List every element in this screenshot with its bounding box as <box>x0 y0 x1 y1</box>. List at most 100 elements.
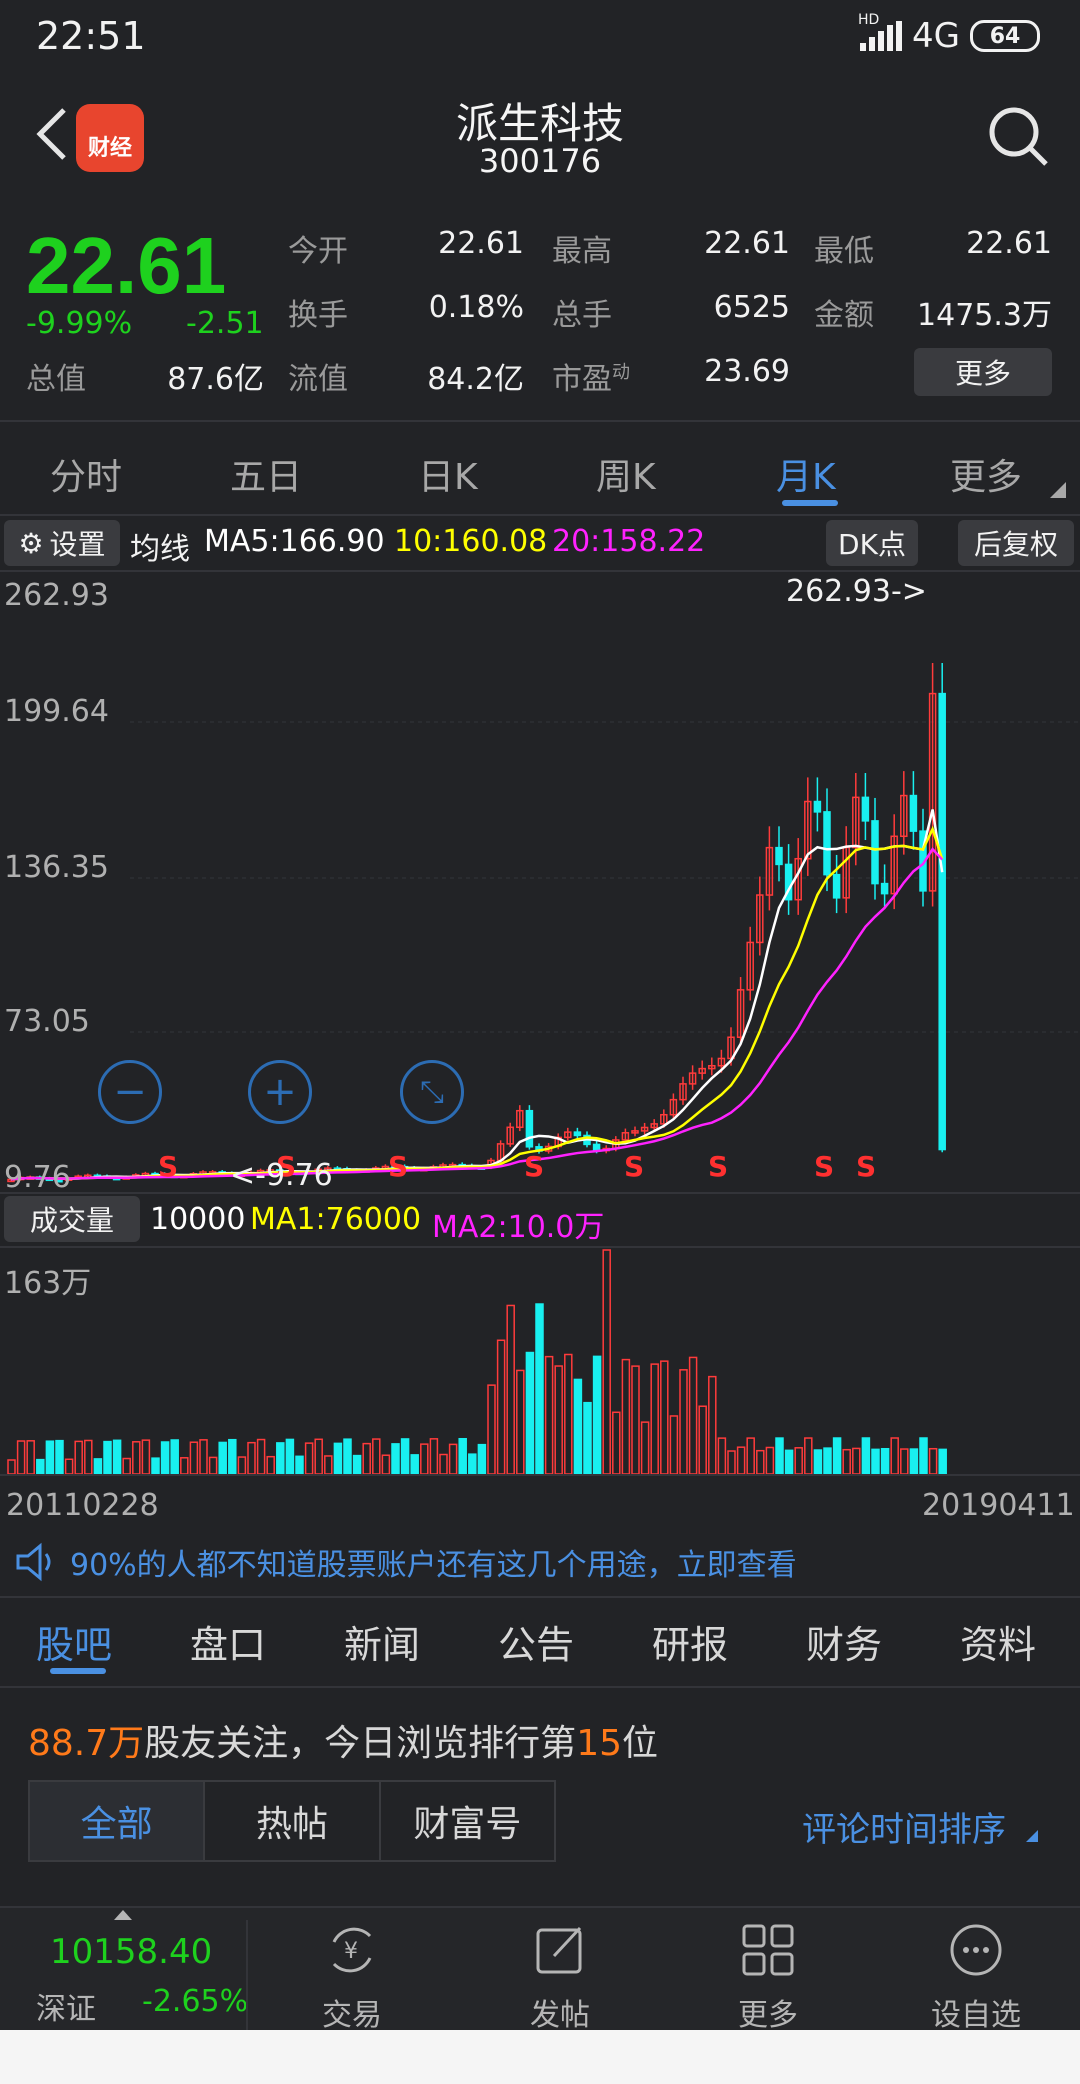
volume-bar <box>228 1438 237 1474</box>
kline-chart[interactable]: SSSSSSSS <box>0 572 1080 1192</box>
volume-bar <box>400 1438 410 1474</box>
ellipsis-circle-icon <box>950 1924 1002 1976</box>
tab-news[interactable]: 新闻 <box>344 1614 420 1669</box>
volume-bar <box>919 1437 928 1474</box>
volume-bar <box>938 1448 947 1474</box>
divider <box>0 1192 1080 1194</box>
amount-value: 1475.3万 <box>917 298 1052 333</box>
volume-bar <box>439 1453 448 1474</box>
view-rank: 15 <box>576 1723 622 1764</box>
search-icon[interactable] <box>986 104 1050 168</box>
volume-chart[interactable] <box>0 1248 1080 1474</box>
filter-all[interactable]: 全部 <box>30 1782 206 1860</box>
volume-label: 总手 <box>552 298 612 333</box>
tab-announcements[interactable]: 公告 <box>498 1614 574 1669</box>
mktcap-value: 87.6亿 <box>167 362 264 397</box>
tab-orderbook[interactable]: 盘口 <box>190 1614 266 1669</box>
nav-trade[interactable]: ¥ 交易 <box>272 1920 432 2034</box>
gear-icon: ⚙ <box>18 526 44 560</box>
volume-bar <box>352 1454 362 1474</box>
ma-line <box>10 847 944 1181</box>
signal-marker: S <box>708 1150 728 1183</box>
volume-bar <box>535 1303 544 1474</box>
current-price: 22.61 <box>26 221 227 310</box>
volume-bar <box>813 1449 823 1474</box>
ma5-value: MA5:166.90 <box>204 524 385 559</box>
y-tick-label: 199.64 <box>4 694 109 729</box>
volume-bar <box>333 1442 343 1474</box>
volume-bar <box>103 1440 112 1474</box>
tab-financials[interactable]: 财务 <box>806 1614 882 1669</box>
stock-code: 300176 <box>478 142 602 180</box>
caret-up-icon[interactable] <box>114 1910 132 1920</box>
volume-bar <box>410 1454 419 1474</box>
volume-bar <box>151 1457 160 1474</box>
tab-profile[interactable]: 资料 <box>960 1614 1036 1669</box>
volume-bar <box>160 1441 170 1474</box>
tab-more[interactable]: 更多 <box>950 448 1022 500</box>
more-quote-button[interactable]: 更多 <box>914 348 1052 396</box>
filter-hot[interactable]: 热帖 <box>205 1782 381 1860</box>
tab-weekly-k[interactable]: 周K <box>596 448 656 500</box>
nav-add-watchlist[interactable]: 设自选 <box>896 1920 1056 2034</box>
x-start-date: 20110228 <box>6 1488 159 1523</box>
volume-bar <box>602 1249 611 1474</box>
mktcap-label: 总值 <box>26 362 86 397</box>
network-status: HD 4G 64 <box>858 12 1040 56</box>
index-value[interactable]: 10158.40 <box>50 1932 212 1972</box>
divider <box>0 1596 1080 1598</box>
tab-five-day[interactable]: 五日 <box>230 448 302 500</box>
tab-research[interactable]: 研报 <box>652 1614 728 1669</box>
change-percent: -9.99% <box>26 306 133 341</box>
volume-bar <box>890 1437 899 1474</box>
y-tick-label: 262.93 <box>4 578 109 613</box>
zoom-in-button[interactable]: + <box>248 1060 312 1124</box>
clock: 22:51 <box>36 14 146 58</box>
volume-bar <box>852 1447 861 1474</box>
promo-banner[interactable]: 90%的人都不知道股票账户还有这几个用途，立即查看 <box>14 1540 797 1584</box>
volume-bar <box>592 1355 602 1474</box>
volume-bar <box>324 1455 333 1474</box>
index-name[interactable]: 深证 <box>36 1984 96 2028</box>
volume-indicator-button[interactable]: 成交量 <box>4 1196 140 1242</box>
sort-dropdown[interactable]: 评论时间排序 <box>802 1802 1006 1851</box>
candle-body <box>938 692 946 1151</box>
tab-intraday[interactable]: 分时 <box>50 448 122 500</box>
volume-bar <box>458 1437 467 1474</box>
volume-bar <box>276 1442 285 1474</box>
candle-body <box>775 846 783 866</box>
volume-bar <box>573 1378 583 1474</box>
nav-post[interactable]: 发帖 <box>480 1920 640 2034</box>
filter-wealth[interactable]: 财富号 <box>381 1782 554 1860</box>
speaker-icon <box>16 1542 51 1582</box>
volume-bar <box>266 1455 275 1474</box>
settings-button[interactable]: ⚙ 设置 <box>4 520 120 566</box>
volume-bar <box>564 1353 573 1474</box>
tab-forum[interactable]: 股吧 <box>36 1614 112 1669</box>
dk-point-button[interactable]: DK点 <box>826 520 918 566</box>
volume-bar <box>698 1405 707 1474</box>
volume-bar <box>468 1453 477 1474</box>
float-cap-label: 流值 <box>288 362 348 397</box>
volume-bar <box>343 1438 352 1474</box>
volume-bar <box>55 1439 64 1474</box>
volume-bar <box>285 1438 295 1474</box>
volume-bar <box>304 1442 314 1474</box>
volume-bar <box>64 1458 74 1474</box>
volume-bar <box>189 1441 199 1474</box>
index-change[interactable]: -2.65% <box>142 1984 248 2019</box>
divider <box>0 420 1080 422</box>
tab-monthly-k[interactable]: 月K <box>776 448 836 500</box>
nav-more[interactable]: 更多 <box>688 1920 848 2034</box>
ma-label: 均线 <box>130 532 190 567</box>
plus-icon: + <box>263 1069 297 1115</box>
zoom-out-button[interactable]: − <box>98 1060 162 1124</box>
fullscreen-button[interactable]: ⤡ <box>400 1060 464 1124</box>
candle-body <box>832 873 841 899</box>
volume-bar <box>93 1458 103 1474</box>
adjust-button[interactable]: 后复权 <box>958 520 1074 566</box>
pe-sup: 动 <box>612 362 630 383</box>
tab-daily-k[interactable]: 日K <box>418 448 478 500</box>
volume-bar <box>170 1439 179 1474</box>
volume-bar <box>132 1441 141 1474</box>
